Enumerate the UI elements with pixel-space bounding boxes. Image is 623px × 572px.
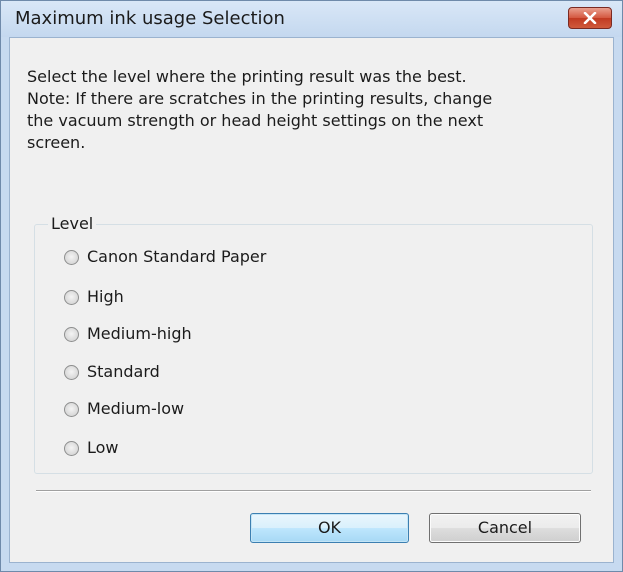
cancel-button[interactable]: Cancel	[429, 513, 581, 543]
ok-button[interactable]: OK	[250, 513, 409, 543]
dialog-window: Maximum ink usage Selection Select the l…	[0, 0, 623, 572]
radio-label[interactable]: Canon Standard Paper	[87, 247, 266, 266]
close-icon	[583, 12, 597, 24]
radio-label[interactable]: Medium-high	[87, 324, 192, 343]
close-button[interactable]	[568, 7, 612, 29]
radio-button-icon[interactable]	[64, 441, 79, 456]
radio-button-icon[interactable]	[64, 250, 79, 265]
instruction-line: the vacuum strength or head height setti…	[27, 111, 484, 130]
title-bar[interactable]: Maximum ink usage Selection	[1, 1, 622, 37]
instruction-line: screen.	[27, 133, 86, 152]
level-group-label: Level	[48, 214, 97, 233]
radio-button-icon[interactable]	[64, 402, 79, 417]
radio-button-icon[interactable]	[64, 290, 79, 305]
radio-button-icon[interactable]	[64, 365, 79, 380]
radio-label[interactable]: High	[87, 287, 124, 306]
instruction-line: Note: If there are scratches in the prin…	[27, 89, 493, 108]
radio-label[interactable]: Low	[87, 438, 119, 457]
radio-label[interactable]: Standard	[87, 362, 160, 381]
divider	[36, 490, 591, 492]
dialog-title: Maximum ink usage Selection	[15, 8, 285, 29]
radio-button-icon[interactable]	[64, 327, 79, 342]
radio-label[interactable]: Medium-low	[87, 399, 184, 418]
instruction-line: Select the level where the printing resu…	[27, 67, 467, 86]
instruction-text: Select the level where the printing resu…	[27, 66, 607, 154]
